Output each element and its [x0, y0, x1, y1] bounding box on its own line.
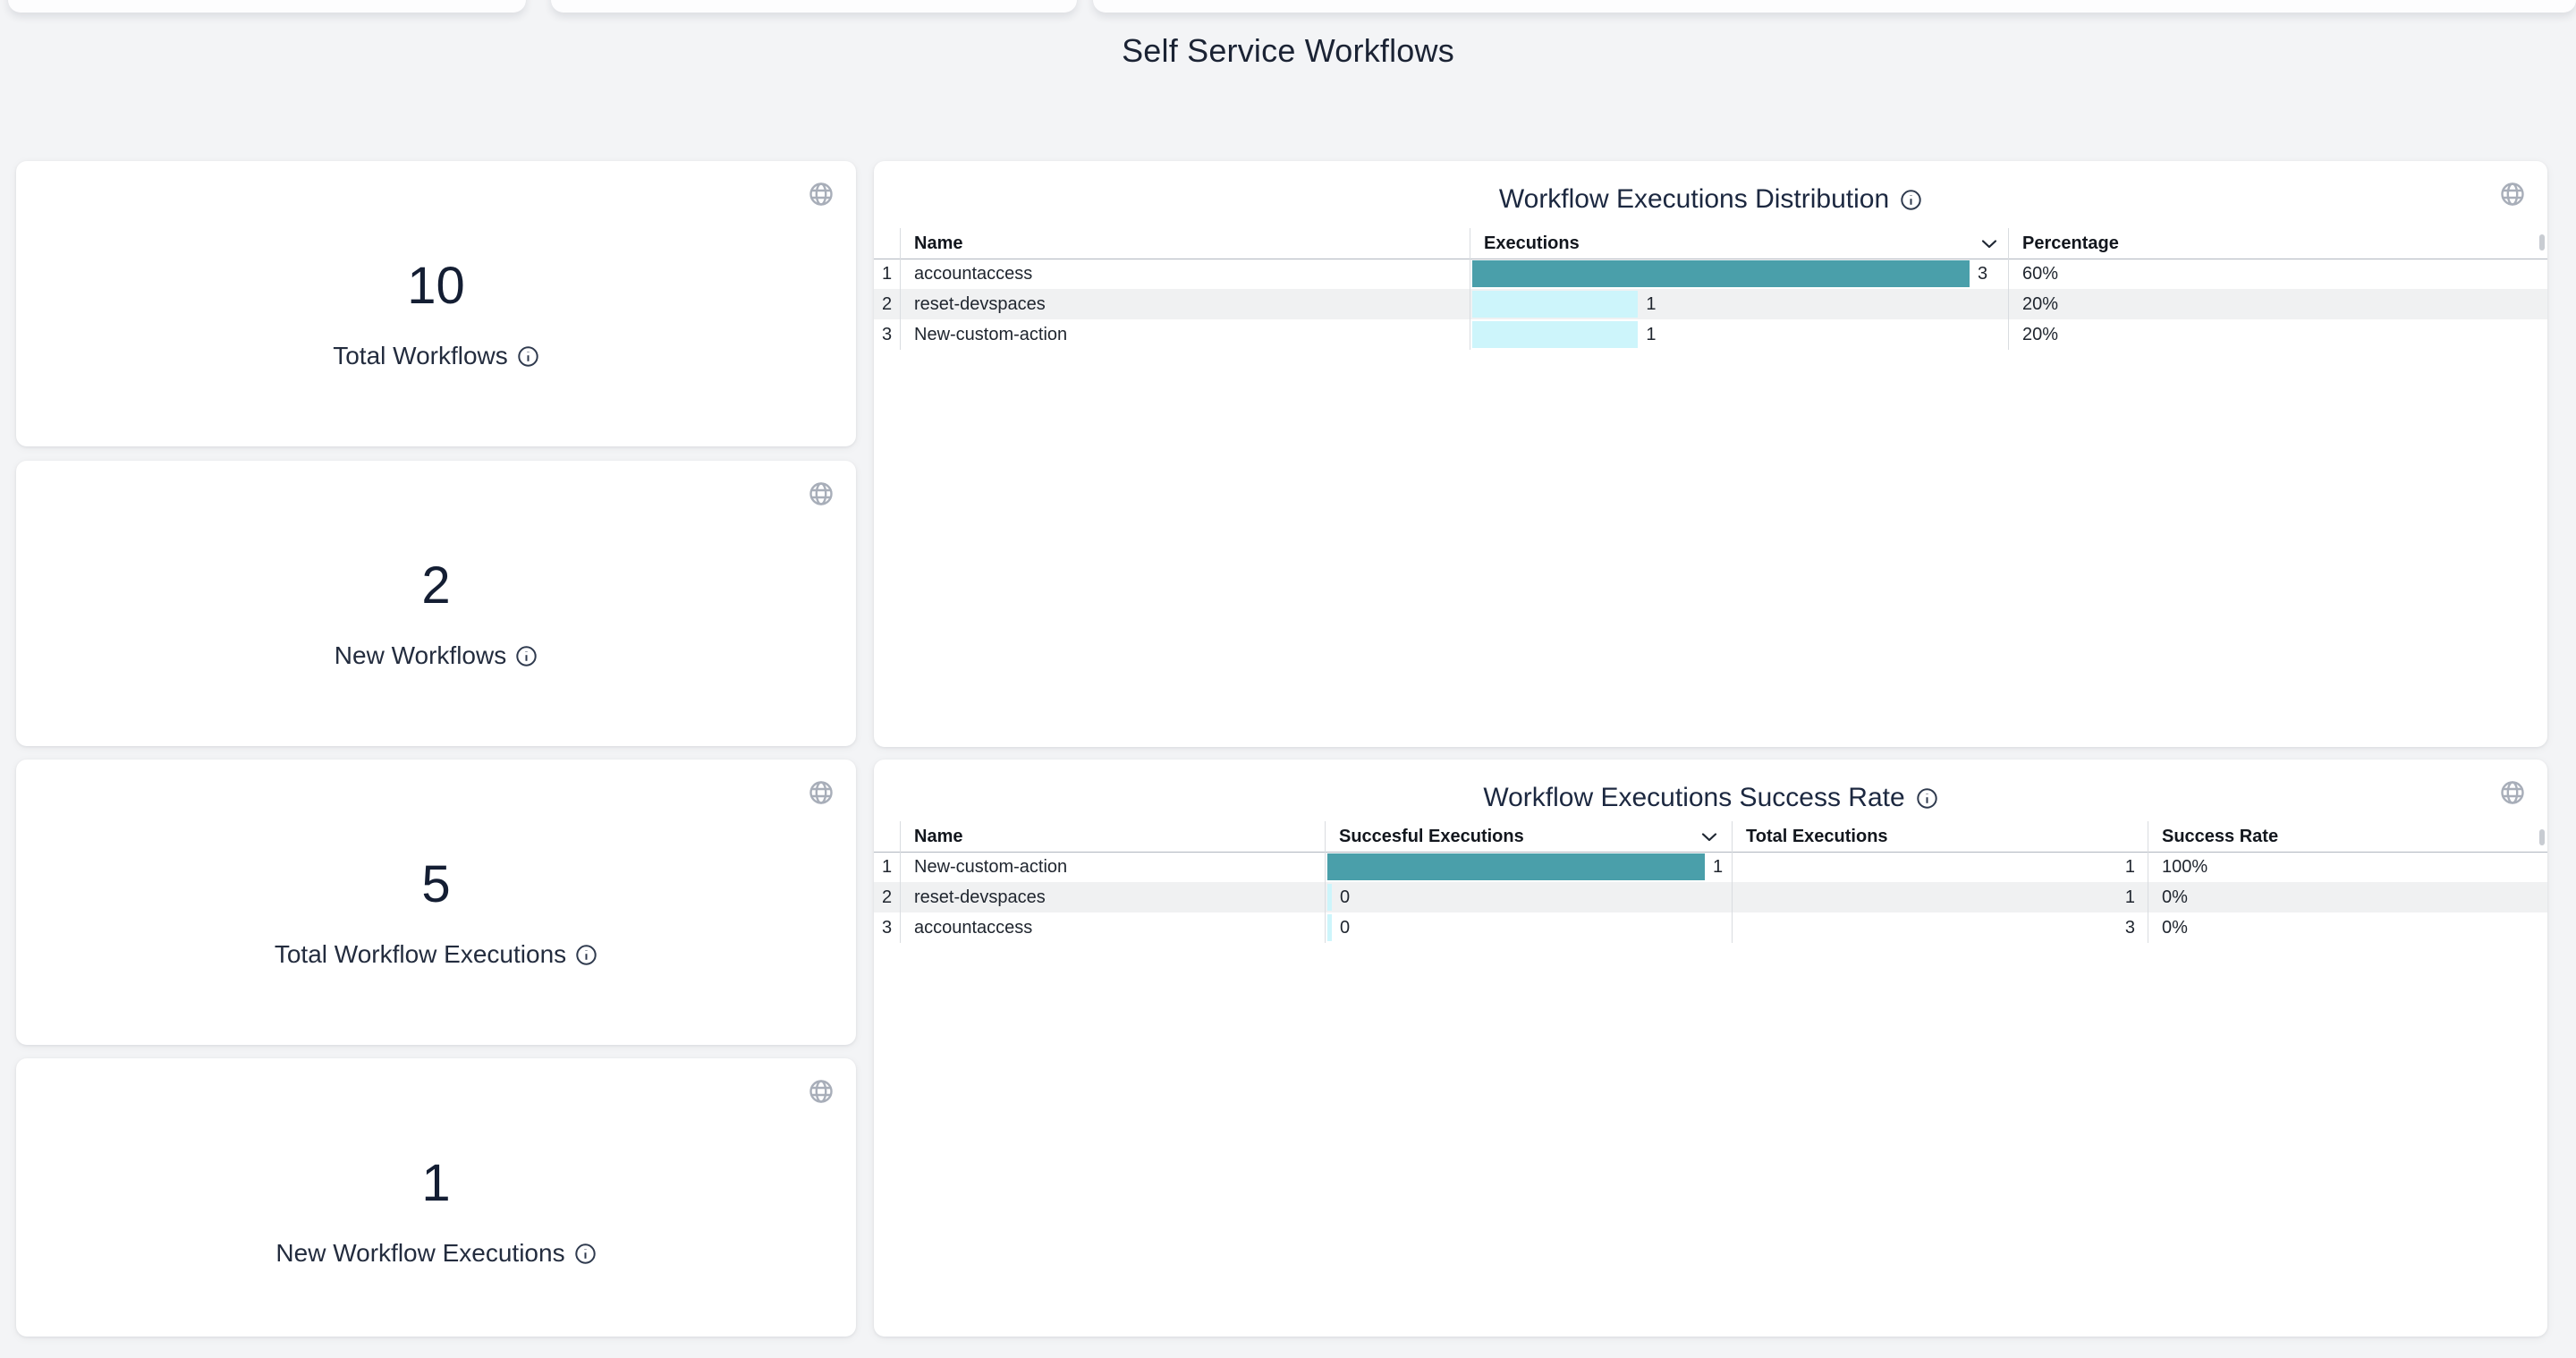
table-header-row: Name Executions Percentage — [874, 228, 2547, 259]
cutoff-card-top-left — [8, 0, 526, 13]
percentage-value: 60% — [2022, 259, 2058, 289]
bar-value-label: 0 — [1340, 918, 1350, 938]
column-header-rate[interactable]: Success Rate — [2162, 821, 2278, 852]
stat-label: New Workflow Executions — [275, 1239, 564, 1268]
workflow-name: accountaccess — [914, 259, 1032, 289]
total-executions-value: 3 — [1746, 912, 2135, 943]
workflow-name: New-custom-action — [914, 319, 1067, 350]
globe-icon[interactable] — [808, 779, 835, 806]
sort-chevron-down-icon[interactable] — [1701, 831, 1717, 842]
percentage-value: 20% — [2022, 289, 2058, 319]
table-header-row: Name Succesful Executions Total Executio… — [874, 821, 2547, 852]
scrollbar-thumb[interactable] — [2539, 234, 2545, 250]
info-icon[interactable] — [517, 345, 539, 368]
total-executions-value: 1 — [1746, 852, 2135, 882]
column-header-name[interactable]: Name — [914, 228, 962, 259]
workflow-executions-distribution-card: Workflow Executions Distribution Name Ex… — [874, 161, 2547, 747]
column-divider — [2008, 228, 2009, 350]
successful-executions-bar — [1327, 884, 1332, 911]
successful-executions-bar-cell: 0 — [1327, 912, 1350, 943]
row-index: 1 — [874, 852, 900, 882]
cutoff-card-top-right — [1093, 0, 2576, 13]
stat-value: 2 — [16, 554, 856, 618]
row-index: 1 — [874, 259, 900, 289]
table-row: 3 New-custom-action 1 20% — [874, 319, 2547, 350]
executions-bar-cell: 3 — [1472, 259, 1987, 289]
executions-bar — [1472, 260, 1970, 287]
executions-bar-cell: 1 — [1472, 289, 1656, 319]
column-header-percentage[interactable]: Percentage — [2022, 228, 2119, 259]
scrollbar-thumb[interactable] — [2539, 829, 2545, 845]
table-row: 2 reset-devspaces 1 20% — [874, 289, 2547, 319]
globe-icon[interactable] — [808, 181, 835, 208]
workflow-name: accountaccess — [914, 912, 1032, 943]
success-rate-value: 0% — [2162, 912, 2188, 943]
percentage-value: 20% — [2022, 319, 2058, 350]
stat-label: New Workflows — [335, 641, 506, 670]
bar-value-label: 3 — [1978, 264, 1987, 284]
row-index: 2 — [874, 882, 900, 912]
successful-executions-bar-cell: 0 — [1327, 882, 1350, 912]
table-row: 1 New-custom-action 1 1 100% — [874, 852, 2547, 882]
executions-bar — [1472, 321, 1638, 348]
stat-value: 1 — [16, 1151, 856, 1216]
successful-executions-bar — [1327, 853, 1705, 880]
executions-bar — [1472, 291, 1638, 318]
column-divider — [1732, 821, 1733, 943]
row-index: 3 — [874, 912, 900, 943]
column-divider — [1325, 821, 1326, 943]
stat-card-new-workflow-executions: 1 New Workflow Executions — [16, 1058, 856, 1337]
globe-icon[interactable] — [808, 1078, 835, 1105]
info-icon[interactable] — [574, 1243, 597, 1265]
info-icon[interactable] — [515, 645, 538, 667]
bar-value-label: 1 — [1713, 857, 1723, 878]
page-title: Self Service Workflows — [0, 32, 2576, 70]
workflow-name: reset-devspaces — [914, 289, 1046, 319]
column-divider — [900, 228, 901, 350]
table-row: 2 reset-devspaces 0 1 0% — [874, 882, 2547, 912]
column-header-successful[interactable]: Succesful Executions — [1339, 821, 1524, 852]
bar-value-label: 1 — [1646, 294, 1656, 315]
bar-value-label: 0 — [1340, 887, 1350, 908]
stat-label: Total Workflows — [333, 342, 508, 370]
sort-chevron-down-icon[interactable] — [1981, 238, 1997, 249]
workflow-name: reset-devspaces — [914, 882, 1046, 912]
stat-card-total-workflows: 10 Total Workflows — [16, 161, 856, 446]
column-header-executions[interactable]: Executions — [1484, 228, 1580, 259]
info-icon[interactable] — [575, 944, 597, 966]
info-icon[interactable] — [1900, 189, 1922, 211]
column-header-total[interactable]: Total Executions — [1746, 821, 1888, 852]
stat-card-new-workflows: 2 New Workflows — [16, 461, 856, 746]
stat-value: 5 — [16, 853, 856, 917]
row-index: 3 — [874, 319, 900, 350]
column-header-name[interactable]: Name — [914, 821, 962, 852]
stat-value: 10 — [16, 254, 856, 318]
stat-card-total-workflow-executions: 5 Total Workflow Executions — [16, 760, 856, 1045]
table-row: 3 accountaccess 0 3 0% — [874, 912, 2547, 943]
globe-icon[interactable] — [808, 480, 835, 507]
success-rate-value: 100% — [2162, 852, 2207, 882]
info-icon[interactable] — [1916, 787, 1938, 810]
workflow-executions-success-rate-card: Workflow Executions Success Rate Name Su… — [874, 760, 2547, 1337]
card-title: Workflow Executions Distribution — [1499, 184, 1889, 215]
stat-label: Total Workflow Executions — [275, 940, 566, 969]
bar-value-label: 1 — [1646, 325, 1656, 345]
card-title: Workflow Executions Success Rate — [1483, 783, 1904, 813]
executions-bar-cell: 1 — [1472, 319, 1656, 350]
column-divider — [900, 821, 901, 943]
total-executions-value: 1 — [1746, 882, 2135, 912]
cutoff-card-top-middle — [551, 0, 1077, 13]
row-index: 2 — [874, 289, 900, 319]
successful-executions-bar — [1327, 914, 1332, 941]
table-row: 1 accountaccess 3 60% — [874, 259, 2547, 289]
successful-executions-bar-cell: 1 — [1327, 852, 1723, 882]
success-rate-value: 0% — [2162, 882, 2188, 912]
workflow-name: New-custom-action — [914, 852, 1067, 882]
